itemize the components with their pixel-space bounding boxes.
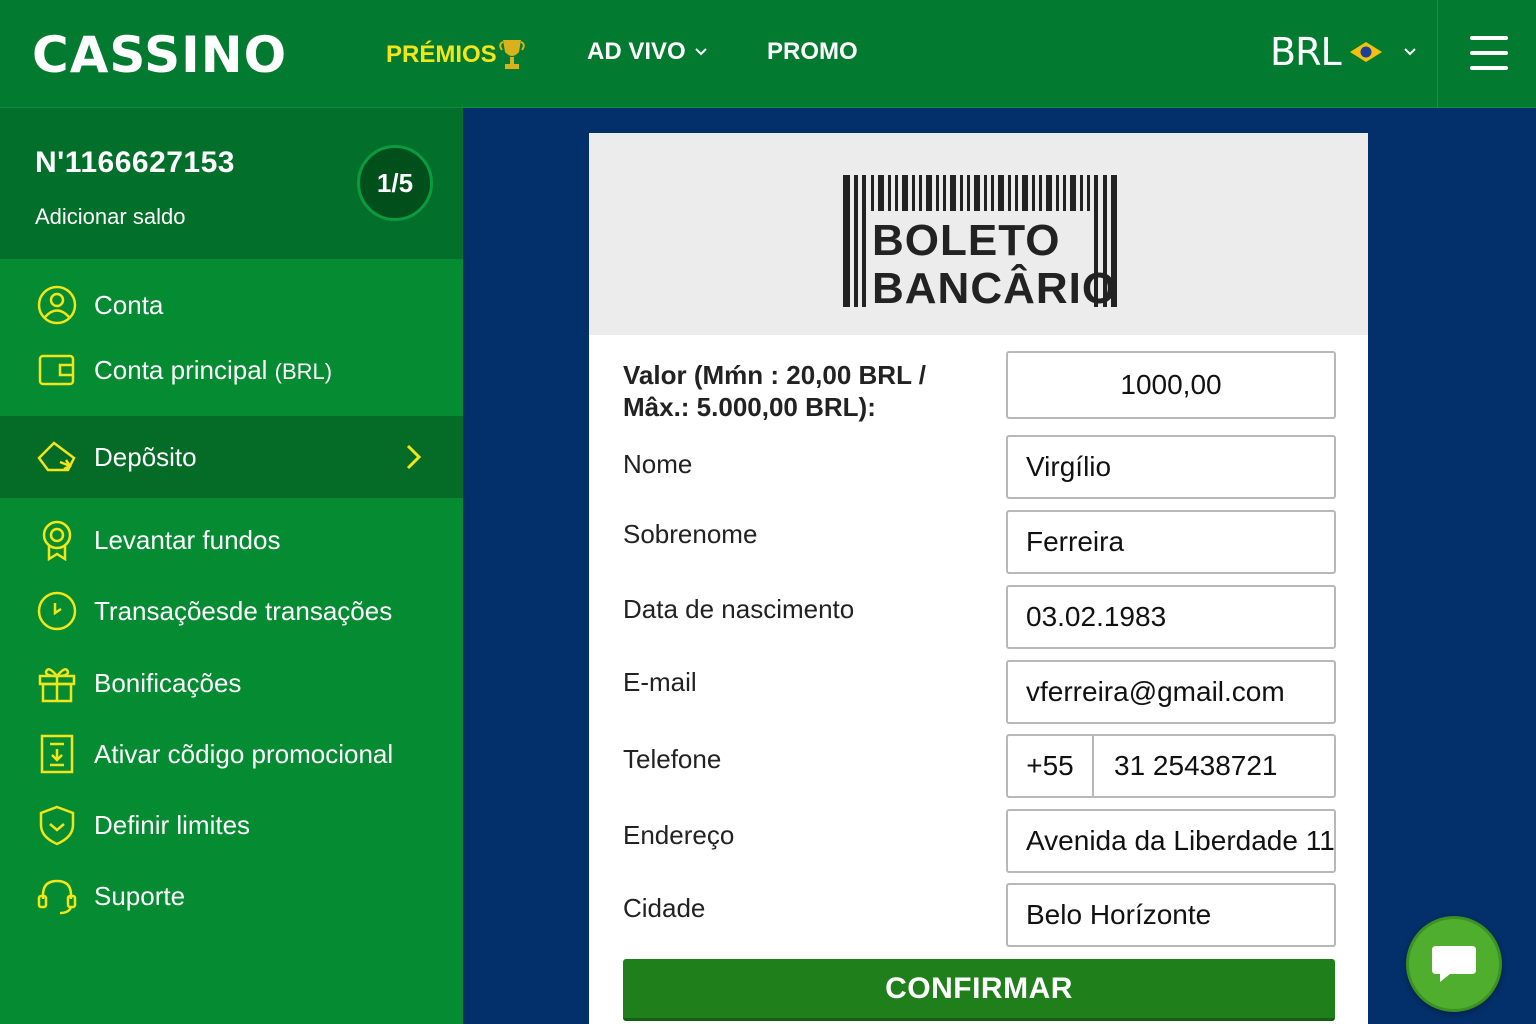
sidebar-item-label: Depõsito — [94, 441, 197, 472]
amount-input[interactable]: 1000,00 — [1006, 351, 1336, 419]
sidebar-item-codigo-promocional[interactable]: Ativar cõdigo promocional — [0, 719, 463, 789]
history-icon — [37, 591, 77, 631]
phone-country-code[interactable]: +55 — [1008, 736, 1094, 796]
amount-label: Valor (Mḿn : 20,00 BRL / Mâx.: 5.000,00 … — [623, 359, 926, 423]
account-number: N'1166627153 — [35, 146, 235, 179]
confirm-button[interactable]: CONFIRMAR — [623, 959, 1335, 1021]
email-label: E-mail — [623, 667, 697, 697]
sidebar-item-label: Bonificações — [94, 667, 242, 698]
amount-label-line2: Mâx.: 5.000,00 BRL): — [623, 392, 876, 422]
birth-date-label: Data de nascimento — [623, 594, 855, 624]
address-label: Endereço — [623, 820, 735, 850]
nav-live-label: AD VIVO — [587, 38, 686, 65]
trophy-icon — [498, 40, 525, 69]
nav-promo[interactable]: PROMO — [767, 38, 858, 66]
sidebar-item-levantar[interactable]: Levantar fundos — [0, 505, 463, 575]
withdraw-icon — [42, 520, 72, 561]
first-name-label: Nome — [623, 449, 693, 479]
phone-field: +55 31 25438721 — [1006, 734, 1336, 798]
user-circle-icon — [37, 285, 77, 325]
address-input[interactable]: Avenida da Liberdade 11 — [1006, 809, 1336, 873]
promo-code-icon — [40, 734, 74, 774]
hamburger-menu-icon[interactable] — [1470, 36, 1508, 70]
phone-label: Telefone — [623, 744, 722, 774]
headset-icon — [37, 879, 77, 915]
top-header: CASSINO PRÉMIOS AD VIVO PROMO BRL — [0, 0, 1536, 108]
birth-date-input[interactable]: 03.02.1983 — [1006, 585, 1336, 649]
add-balance-link[interactable]: Adicionar saldo — [35, 204, 185, 230]
chevron-down-icon — [694, 48, 707, 56]
currency-selector[interactable]: BRL — [1270, 30, 1417, 74]
sidebar-item-label: Ativar cõdigo promocional — [94, 738, 394, 769]
provider-name-line2: BANCÂRIO — [872, 264, 1118, 313]
sidebar-item-suporte[interactable]: Suporte — [0, 861, 463, 931]
nav-live[interactable]: AD VIVO — [587, 38, 708, 66]
site-logo[interactable]: CASSINO — [32, 26, 287, 84]
city-input[interactable]: Belo Horízonte — [1006, 883, 1336, 947]
phone-number-input[interactable]: 31 25438721 — [1094, 736, 1334, 796]
nav-premios[interactable]: PRÉMIOS — [386, 38, 525, 72]
sidebar-item-label: Suporte — [94, 880, 186, 911]
deposit-icon — [37, 441, 76, 472]
sidebar-item-conta[interactable]: Conta — [0, 270, 463, 340]
sidebar-item-label-currency: (BRL) — [274, 358, 333, 384]
nav-premios-label: PRÉMIOS — [386, 41, 497, 68]
gift-icon — [38, 668, 76, 703]
chevron-down-icon — [1403, 48, 1416, 56]
first-name-input[interactable]: Virgílio — [1006, 435, 1336, 499]
sidebar-item-conta-principal[interactable]: Conta principal (BRL) — [0, 335, 463, 405]
city-label: Cidade — [623, 893, 706, 923]
sidebar-item-label: Conta — [94, 289, 164, 320]
sidebar-item-transacoes[interactable]: Transaçõesde transações — [0, 576, 463, 646]
live-chat-button[interactable] — [1406, 916, 1502, 1012]
shield-icon — [39, 805, 75, 846]
provider-name-line1: BOLETO — [872, 216, 1061, 265]
email-input[interactable]: vferreira@gmail.com — [1006, 660, 1336, 724]
currency-label: BRL — [1270, 30, 1342, 74]
deposit-form-card: BOLETO BANCÂRIO Valor (Mḿn : 20,00 BRL /… — [589, 133, 1368, 1024]
sidebar: N'1166627153 Adicionar saldo 1/5 Conta C… — [0, 108, 463, 1024]
payment-provider-header: BOLETO BANCÂRIO — [589, 133, 1368, 335]
last-name-input[interactable]: Ferreira — [1006, 510, 1336, 574]
sidebar-item-label: Transaçõesde transações — [94, 595, 393, 626]
sidebar-item-label: Definir limites — [94, 809, 251, 840]
chevron-right-icon — [406, 444, 422, 470]
chat-bubble-icon — [1432, 946, 1476, 982]
sidebar-item-bonificacoes[interactable]: Bonificações — [0, 648, 463, 718]
sidebar-item-limites[interactable]: Definir limites — [0, 790, 463, 860]
nav-promo-label: PROMO — [767, 38, 858, 65]
level-badge: 1/5 — [357, 145, 433, 221]
wallet-icon — [38, 354, 75, 386]
amount-label-line1: Valor (Mḿn : 20,00 BRL / — [623, 360, 926, 390]
account-summary: N'1166627153 Adicionar saldo 1/5 — [0, 108, 463, 259]
sidebar-item-deposito[interactable]: Depõsito — [0, 416, 463, 498]
last-name-label: Sobrenome — [623, 519, 758, 549]
sidebar-item-label: Conta principal (BRL) — [94, 355, 332, 386]
brazil-flag-icon — [1349, 42, 1382, 62]
sidebar-item-label-main: Conta principal — [94, 354, 268, 385]
header-divider — [1437, 0, 1438, 108]
sidebar-item-label: Levantar fundos — [94, 524, 281, 555]
